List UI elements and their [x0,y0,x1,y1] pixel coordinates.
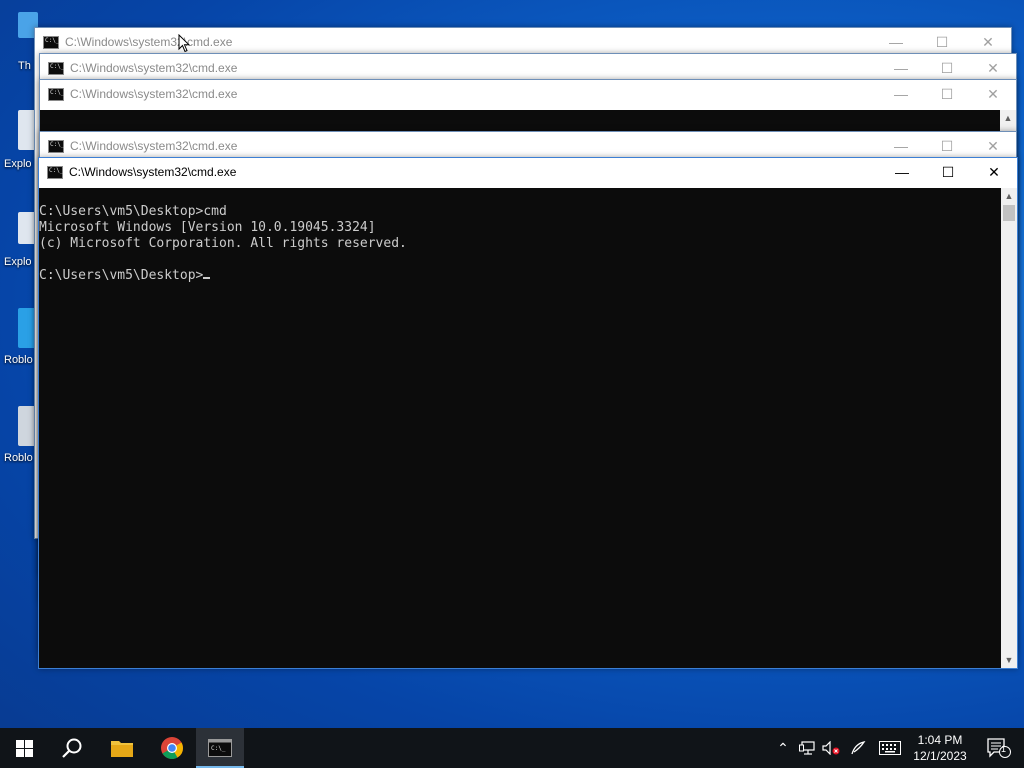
close-button[interactable]: ✕ [970,54,1016,82]
cmd-icon [43,36,59,49]
cmd-window-active[interactable]: C:\Windows\system32\cmd.exe — ☐ ✕ C:\Use… [38,157,1018,669]
vertical-scrollbar[interactable]: ▲ ▼ [1001,188,1017,668]
window-title: C:\Windows\system32\cmd.exe [70,61,238,75]
desktop-icon-label: Explo [4,158,32,170]
touch-keyboard-icon[interactable] [876,728,904,768]
maximize-button[interactable]: ☐ [919,28,965,56]
taskbar-chrome[interactable] [148,728,196,768]
window-title: C:\Windows\system32\cmd.exe [70,139,238,153]
svg-text:C:\_: C:\_ [211,745,226,752]
minimize-button[interactable]: — [878,132,924,160]
scroll-down-arrow-icon[interactable]: ▼ [1001,652,1017,668]
volume-muted-icon[interactable] [820,728,842,768]
taskbar-clock[interactable]: 1:04 PM 12/1/2023 [904,732,976,764]
taskbar: C:\_ ⌃ 1:04 PM 12/1/2023 1 [0,728,1024,768]
minimize-button[interactable]: — [873,28,919,56]
search-button[interactable] [48,728,96,768]
cmd-icon: C:\_ [208,739,232,757]
cmd-icon [48,88,64,101]
minimize-button[interactable]: — [878,54,924,82]
terminal-area[interactable]: C:\Users\vm5\Desktop>cmd Microsoft Windo… [39,188,1001,668]
cmd-icon [48,62,64,75]
clock-date: 12/1/2023 [913,749,967,763]
desktop-icon-label: Roblo [4,354,33,366]
pen-workspace-icon[interactable] [846,728,870,768]
search-icon [62,738,82,758]
notification-icon [987,738,1011,758]
maximize-button[interactable]: ☐ [924,132,970,160]
maximize-button[interactable]: ☐ [924,80,970,108]
cmd-icon [48,140,64,153]
windows-logo-icon [15,739,33,757]
window-title: C:\Windows\system32\cmd.exe [65,35,233,49]
close-button[interactable]: ✕ [970,80,1016,108]
action-center-button[interactable]: 1 [984,728,1014,768]
title-bar[interactable]: C:\Windows\system32\cmd.exe — ☐ ✕ [40,132,1016,160]
terminal-line: (c) Microsoft Corporation. All rights re… [39,236,407,251]
window-title: C:\Windows\system32\cmd.exe [70,87,238,101]
close-button[interactable]: ✕ [970,132,1016,160]
show-hidden-icons-chevron-icon[interactable]: ⌃ [774,728,792,768]
window-title: C:\Windows\system32\cmd.exe [69,165,237,179]
clock-time: 1:04 PM [917,733,963,747]
title-bar[interactable]: C:\Windows\system32\cmd.exe — ☐ ✕ [40,80,1016,108]
terminal-prompt: C:\Users\vm5\Desktop> [39,268,204,283]
terminal-line: Microsoft Windows [Version 10.0.19045.33… [39,220,376,235]
chrome-icon [161,737,183,759]
taskbar-file-explorer[interactable] [98,728,146,768]
text-cursor [203,277,211,279]
maximize-button[interactable]: ☐ [925,158,971,186]
minimize-button[interactable]: — [878,80,924,108]
desktop-icon-label: Explo [4,256,32,268]
start-button[interactable] [0,728,48,768]
desktop-icon-label: Th [18,60,31,72]
taskbar-cmd[interactable]: C:\_ [196,728,244,768]
folder-icon [111,741,133,757]
cmd-icon [47,166,63,179]
title-bar[interactable]: C:\Windows\system32\cmd.exe — ☐ ✕ [40,54,1016,82]
terminal-output: C:\Users\vm5\Desktop>cmd Microsoft Windo… [39,188,1001,284]
network-icon[interactable] [796,728,818,768]
minimize-button[interactable]: — [879,158,925,186]
maximize-button[interactable]: ☐ [924,54,970,82]
close-button[interactable]: ✕ [965,28,1011,56]
scroll-thumb[interactable] [1003,205,1015,221]
title-bar[interactable]: C:\Windows\system32\cmd.exe — ☐ ✕ [39,158,1017,186]
notification-count-badge: 1 [1001,744,1007,754]
scroll-up-arrow-icon[interactable]: ▲ [1001,188,1017,204]
terminal-line: C:\Users\vm5\Desktop>cmd [39,204,227,219]
scroll-up-arrow-icon[interactable]: ▲ [1000,110,1016,126]
mouse-pointer-icon [178,34,190,53]
close-button[interactable]: ✕ [971,158,1017,186]
desktop-icon-label: Roblo [4,452,33,464]
